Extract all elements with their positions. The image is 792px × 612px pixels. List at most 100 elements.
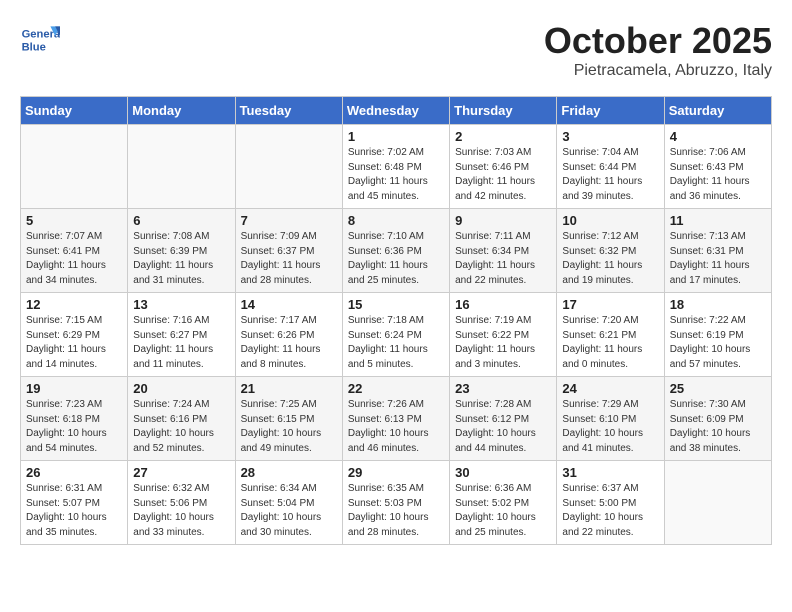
location-title: Pietracamela, Abruzzo, Italy (544, 62, 772, 80)
calendar-cell: 30 Sunrise: 6:36 AM Sunset: 5:02 PM Dayli… (450, 461, 557, 545)
day-number: 27 (133, 465, 229, 480)
calendar-cell: 15Sunrise: 7:18 AM Sunset: 6:24 PM Dayli… (342, 293, 449, 377)
day-info: Sunrise: 7:06 AM Sunset: 6:43 PM Dayligh… (670, 146, 766, 204)
day-number: 29 (348, 465, 444, 480)
day-info: Sunrise: 7:16 AM Sunset: 6:27 PM Dayligh… (133, 314, 229, 372)
day-info: Sunrise: 7:15 AM Sunset: 6:29 PM Dayligh… (26, 314, 122, 372)
calendar-cell: 16 Sunrise: 7:19 AM Sunset: 6:22 PM Dayli… (450, 293, 557, 377)
page-header: General Blue October 2025 Pietracamela, … (20, 20, 772, 80)
day-number: 28 (241, 465, 337, 480)
day-number: 30 (455, 465, 551, 480)
day-info: Sunrise: 6:36 AM Sunset: 5:02 PM Dayligh… (455, 482, 551, 540)
day-info: Sunrise: 7:28 AM Sunset: 6:12 PM Dayligh… (455, 398, 551, 456)
day-number: 20 (133, 381, 229, 396)
day-number: 16 (455, 297, 551, 312)
calendar-week-row: 19 Sunrise: 7:23 AM Sunset: 6:18 PM Dayli… (21, 377, 772, 461)
calendar-cell: 31 Sunrise: 6:37 AM Sunset: 5:00 PM Dayli… (557, 461, 664, 545)
day-number: 8 (348, 213, 444, 228)
day-number: 19 (26, 381, 122, 396)
svg-text:Blue: Blue (22, 41, 46, 53)
day-number: 17 (562, 297, 658, 312)
day-number: 14 (241, 297, 337, 312)
day-info: Sunrise: 7:12 AM Sunset: 6:32 PM Dayligh… (562, 230, 658, 288)
day-number: 7 (241, 213, 337, 228)
calendar-cell: 11 Sunrise: 7:13 AM Sunset: 6:31 PM Dayli… (664, 209, 771, 293)
day-info: Sunrise: 7:29 AM Sunset: 6:10 PM Dayligh… (562, 398, 658, 456)
title-area: October 2025 Pietracamela, Abruzzo, Ital… (544, 20, 772, 80)
day-info: Sunrise: 7:18 AM Sunset: 6:24 PM Dayligh… (348, 314, 444, 372)
day-number: 25 (670, 381, 766, 396)
calendar-cell: 18Sunrise: 7:22 AM Sunset: 6:19 PM Dayli… (664, 293, 771, 377)
calendar-cell: 17 Sunrise: 7:20 AM Sunset: 6:21 PM Dayli… (557, 293, 664, 377)
calendar-cell: 6 Sunrise: 7:08 AM Sunset: 6:39 PM Daylig… (128, 209, 235, 293)
calendar-cell: 7 Sunrise: 7:09 AM Sunset: 6:37 PM Daylig… (235, 209, 342, 293)
day-info: Sunrise: 6:37 AM Sunset: 5:00 PM Dayligh… (562, 482, 658, 540)
day-info: Sunrise: 7:19 AM Sunset: 6:22 PM Dayligh… (455, 314, 551, 372)
weekday-saturday: Saturday (664, 97, 771, 125)
day-info: Sunrise: 7:09 AM Sunset: 6:37 PM Dayligh… (241, 230, 337, 288)
day-number: 13 (133, 297, 229, 312)
day-info: Sunrise: 7:20 AM Sunset: 6:21 PM Dayligh… (562, 314, 658, 372)
logo: General Blue (20, 20, 64, 60)
calendar-cell: 4 Sunrise: 7:06 AM Sunset: 6:43 PM Daylig… (664, 125, 771, 209)
weekday-friday: Friday (557, 97, 664, 125)
calendar-cell: 27 Sunrise: 6:32 AM Sunset: 5:06 PM Dayli… (128, 461, 235, 545)
day-info: Sunrise: 7:08 AM Sunset: 6:39 PM Dayligh… (133, 230, 229, 288)
day-info: Sunrise: 6:31 AM Sunset: 5:07 PM Dayligh… (26, 482, 122, 540)
weekday-thursday: Thursday (450, 97, 557, 125)
calendar-cell (21, 125, 128, 209)
calendar-cell: 23 Sunrise: 7:28 AM Sunset: 6:12 PM Dayli… (450, 377, 557, 461)
weekday-monday: Monday (128, 97, 235, 125)
calendar-cell: 14 Sunrise: 7:17 AM Sunset: 6:26 PM Dayli… (235, 293, 342, 377)
calendar-cell: 10 Sunrise: 7:12 AM Sunset: 6:32 PM Dayli… (557, 209, 664, 293)
calendar-cell: 22 Sunrise: 7:26 AM Sunset: 6:13 PM Dayli… (342, 377, 449, 461)
day-info: Sunrise: 7:03 AM Sunset: 6:46 PM Dayligh… (455, 146, 551, 204)
calendar-cell: 21 Sunrise: 7:25 AM Sunset: 6:15 PM Dayli… (235, 377, 342, 461)
calendar-cell (664, 461, 771, 545)
weekday-tuesday: Tuesday (235, 97, 342, 125)
day-number: 31 (562, 465, 658, 480)
day-info: Sunrise: 7:24 AM Sunset: 6:16 PM Dayligh… (133, 398, 229, 456)
day-number: 4 (670, 129, 766, 144)
weekday-wednesday: Wednesday (342, 97, 449, 125)
day-number: 1 (348, 129, 444, 144)
logo-icon: General Blue (20, 20, 60, 60)
day-number: 23 (455, 381, 551, 396)
day-number: 6 (133, 213, 229, 228)
calendar-cell: 24Sunrise: 7:29 AM Sunset: 6:10 PM Dayli… (557, 377, 664, 461)
day-number: 2 (455, 129, 551, 144)
calendar-cell: 13 Sunrise: 7:16 AM Sunset: 6:27 PM Dayli… (128, 293, 235, 377)
day-info: Sunrise: 7:17 AM Sunset: 6:26 PM Dayligh… (241, 314, 337, 372)
day-info: Sunrise: 7:25 AM Sunset: 6:15 PM Dayligh… (241, 398, 337, 456)
day-info: Sunrise: 7:11 AM Sunset: 6:34 PM Dayligh… (455, 230, 551, 288)
day-info: Sunrise: 6:34 AM Sunset: 5:04 PM Dayligh… (241, 482, 337, 540)
day-info: Sunrise: 7:26 AM Sunset: 6:13 PM Dayligh… (348, 398, 444, 456)
calendar-cell (235, 125, 342, 209)
calendar-week-row: 26Sunrise: 6:31 AM Sunset: 5:07 PM Dayli… (21, 461, 772, 545)
calendar-cell (128, 125, 235, 209)
weekday-header-row: SundayMondayTuesdayWednesdayThursdayFrid… (21, 97, 772, 125)
calendar-week-row: 5Sunrise: 7:07 AM Sunset: 6:41 PM Daylig… (21, 209, 772, 293)
calendar-cell: 8Sunrise: 7:10 AM Sunset: 6:36 PM Daylig… (342, 209, 449, 293)
calendar-cell: 26Sunrise: 6:31 AM Sunset: 5:07 PM Dayli… (21, 461, 128, 545)
day-number: 21 (241, 381, 337, 396)
day-number: 22 (348, 381, 444, 396)
day-number: 10 (562, 213, 658, 228)
day-info: Sunrise: 7:22 AM Sunset: 6:19 PM Dayligh… (670, 314, 766, 372)
calendar-cell: 28 Sunrise: 6:34 AM Sunset: 5:04 PM Dayli… (235, 461, 342, 545)
calendar-cell: 25 Sunrise: 7:30 AM Sunset: 6:09 PM Dayli… (664, 377, 771, 461)
calendar-week-row: 1Sunrise: 7:02 AM Sunset: 6:48 PM Daylig… (21, 125, 772, 209)
calendar-cell: 29Sunrise: 6:35 AM Sunset: 5:03 PM Dayli… (342, 461, 449, 545)
calendar-week-row: 12Sunrise: 7:15 AM Sunset: 6:29 PM Dayli… (21, 293, 772, 377)
day-info: Sunrise: 7:13 AM Sunset: 6:31 PM Dayligh… (670, 230, 766, 288)
day-number: 9 (455, 213, 551, 228)
day-info: Sunrise: 7:23 AM Sunset: 6:18 PM Dayligh… (26, 398, 122, 456)
calendar-cell: 2 Sunrise: 7:03 AM Sunset: 6:46 PM Daylig… (450, 125, 557, 209)
day-info: Sunrise: 6:32 AM Sunset: 5:06 PM Dayligh… (133, 482, 229, 540)
weekday-sunday: Sunday (21, 97, 128, 125)
day-number: 11 (670, 213, 766, 228)
day-info: Sunrise: 7:30 AM Sunset: 6:09 PM Dayligh… (670, 398, 766, 456)
day-number: 3 (562, 129, 658, 144)
month-title: October 2025 (544, 20, 772, 62)
calendar-table: SundayMondayTuesdayWednesdayThursdayFrid… (20, 96, 772, 545)
